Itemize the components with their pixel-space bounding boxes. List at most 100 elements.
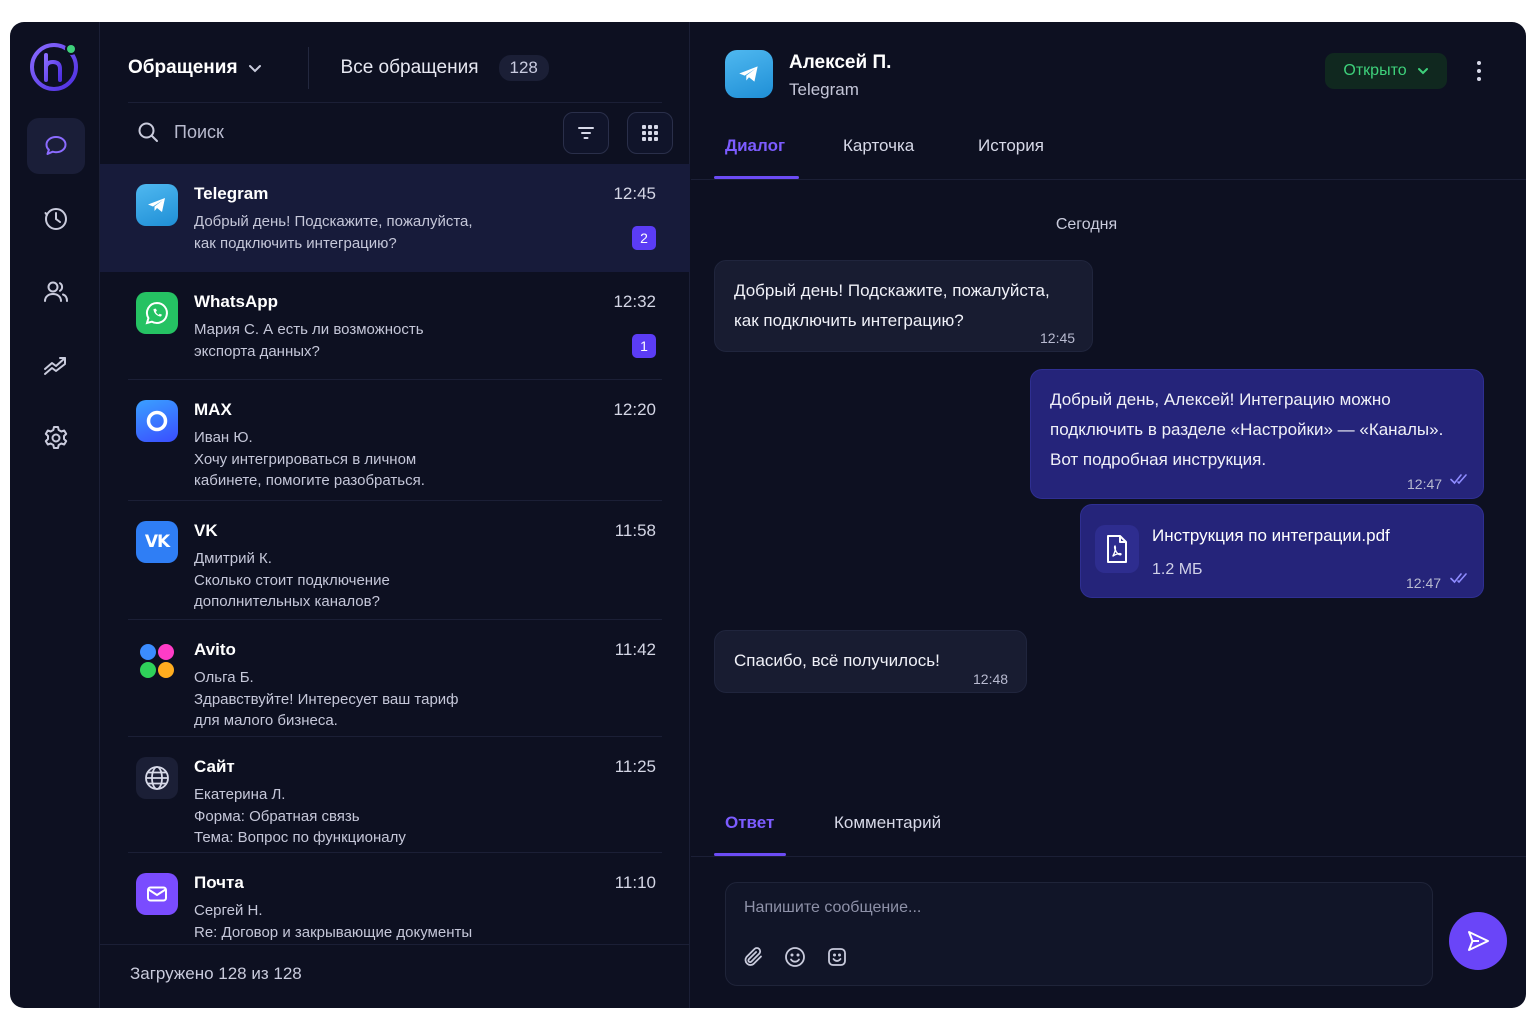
chat-tabs: Диалог Карточка История — [691, 130, 1526, 180]
active-tab-indicator — [714, 176, 799, 179]
conversation-item-site[interactable]: Сайт 11:25 Екатерина Л. Форма: Обратная … — [100, 737, 690, 853]
gear-icon — [44, 426, 68, 449]
conversation-preview: Екатерина Л. Форма: Обратная связь Тема:… — [194, 786, 406, 846]
nav-analytics[interactable] — [27, 337, 85, 393]
list-header: Обращения Все обращения 128 — [128, 46, 662, 90]
mail-icon — [136, 873, 178, 915]
clock-icon — [44, 208, 67, 230]
conversation-channel: Сайт — [194, 757, 235, 776]
grid-icon — [642, 125, 658, 141]
nav-rail — [10, 22, 100, 1008]
conversation-item-mail[interactable]: Почта 11:10 Сергей Н. Re: Договор и закр… — [100, 853, 690, 945]
divider — [307, 47, 309, 89]
more-options-button[interactable] — [1467, 58, 1491, 84]
conversation-preview: Сергей Н. Re: Договор и закрывающие доку… — [194, 902, 473, 941]
grid-view-button[interactable] — [627, 112, 673, 154]
conversation-time: 11:58 — [614, 521, 656, 540]
conversation-channel: MAX — [194, 400, 232, 419]
message-input[interactable] — [744, 899, 1404, 917]
message-time: 12:48 — [973, 671, 1009, 687]
status-label: Открыто — [1343, 62, 1407, 79]
conversation-preview: Мария С. А есть ли возможность экспорта … — [194, 321, 424, 360]
search-icon — [138, 122, 158, 142]
message-incoming: Спасибо, всё получилось! 12:48 — [714, 630, 1027, 693]
conversation-preview: Дмитрий К. Сколько стоит подключение доп… — [194, 550, 390, 610]
conversation-time: 11:42 — [614, 640, 656, 659]
emoji-icon[interactable] — [783, 945, 807, 969]
message-text: Добрый день, Алексей! Интеграцию можно п… — [1050, 390, 1444, 469]
inbox-dropdown[interactable]: Обращения — [128, 57, 262, 79]
app-window: Обращения Все обращения 128 Поиск Telegr… — [10, 22, 1526, 1008]
message-outgoing: Добрый день, Алексей! Интеграцию можно п… — [1030, 369, 1484, 499]
message-time: 12:45 — [1040, 330, 1076, 346]
message-time: 12:47 — [1406, 575, 1442, 591]
conversation-channel: Telegram — [194, 184, 269, 203]
message-text: Добрый день! Подскажите, пожалуйста, как… — [734, 281, 1050, 330]
chevron-down-icon — [1417, 68, 1428, 75]
search-input[interactable] — [174, 121, 504, 143]
inbox-title: Обращения — [128, 57, 238, 78]
message-composer — [725, 882, 1433, 986]
send-icon — [1468, 931, 1489, 951]
all-conversations-label[interactable]: Все обращения — [341, 57, 479, 79]
message-text: Спасибо, всё получилось! — [734, 651, 940, 670]
nav-chats[interactable] — [27, 118, 85, 174]
conversation-time: 12:32 — [613, 292, 656, 311]
conversation-item-max[interactable]: MAX 12:20 Иван Ю. Хочу интегрироваться в… — [100, 380, 690, 501]
message-file-attachment[interactable]: Инструкция по интеграции.pdf 1.2 МБ 12:4… — [1080, 504, 1484, 598]
send-button[interactable] — [1449, 912, 1507, 970]
conversation-channel: Avito — [194, 640, 236, 659]
telegram-icon — [136, 184, 178, 226]
tab-history[interactable]: История — [978, 136, 1044, 174]
chevron-down-icon — [248, 65, 261, 73]
tab-comment[interactable]: Комментарий — [834, 813, 941, 851]
conversation-time: 12:20 — [613, 400, 656, 419]
users-icon — [44, 281, 68, 302]
conversation-time: 12:45 — [613, 184, 656, 203]
unread-badge: 1 — [632, 334, 656, 358]
conversation-item-avito[interactable]: Avito 11:42 Ольга Б. Здравствуйте! Интер… — [100, 620, 690, 737]
tab-card[interactable]: Карточка — [843, 136, 914, 174]
conversation-time: 11:25 — [614, 757, 656, 776]
active-tab-indicator — [714, 853, 786, 856]
avito-icon — [136, 640, 178, 682]
max-icon — [136, 400, 178, 442]
tab-dialog[interactable]: Диалог — [725, 136, 785, 174]
telegram-icon — [725, 50, 773, 98]
message-incoming: Добрый день! Подскажите, пожалуйста, как… — [714, 260, 1093, 352]
status-dropdown[interactable]: Открыто — [1325, 53, 1447, 89]
conversation-item-telegram[interactable]: Telegram 12:45 Добрый день! Подскажите, … — [100, 164, 690, 272]
nav-history[interactable] — [27, 191, 85, 247]
unread-badge: 2 — [632, 226, 656, 250]
whatsapp-icon — [136, 292, 178, 334]
divider — [100, 944, 690, 945]
double-check-icon — [1450, 573, 1467, 584]
chat-icon — [45, 136, 67, 155]
nav-settings[interactable] — [27, 410, 85, 466]
reply-tabs: Ответ Комментарий — [691, 807, 1526, 857]
chat-panel: Алексей П. Telegram Открыто Диалог Карто… — [691, 22, 1526, 1008]
loaded-count: Загружено 128 из 128 — [130, 964, 302, 983]
conversation-channel: WhatsApp — [194, 292, 279, 311]
conversation-preview: Ольга Б. Здравствуйте! Интересует ваш та… — [194, 669, 459, 729]
analytics-icon — [44, 357, 66, 375]
filter-button[interactable] — [563, 112, 609, 154]
vk-icon: VK — [136, 521, 178, 563]
template-icon[interactable] — [825, 945, 849, 969]
conversation-channel: Почта — [194, 873, 244, 892]
conversation-channel: VK — [194, 521, 218, 540]
nav-contacts[interactable] — [27, 264, 85, 320]
file-name: Инструкция по интеграции.pdf — [1152, 526, 1390, 545]
filter-icon — [578, 127, 594, 139]
conversation-item-vk[interactable]: VK VK 11:58 Дмитрий К. Сколько стоит под… — [100, 501, 690, 620]
contact-channel: Telegram — [789, 80, 859, 99]
divider — [128, 102, 662, 103]
total-count-badge: 128 — [498, 55, 549, 81]
pdf-file-icon — [1095, 525, 1139, 573]
dot — [1477, 77, 1481, 81]
app-logo[interactable] — [27, 38, 83, 94]
paperclip-icon[interactable] — [742, 945, 766, 969]
dot — [1477, 61, 1481, 65]
conversation-item-whatsapp[interactable]: WhatsApp 12:32 Мария С. А есть ли возмож… — [100, 272, 690, 380]
tab-reply[interactable]: Ответ — [725, 813, 774, 851]
